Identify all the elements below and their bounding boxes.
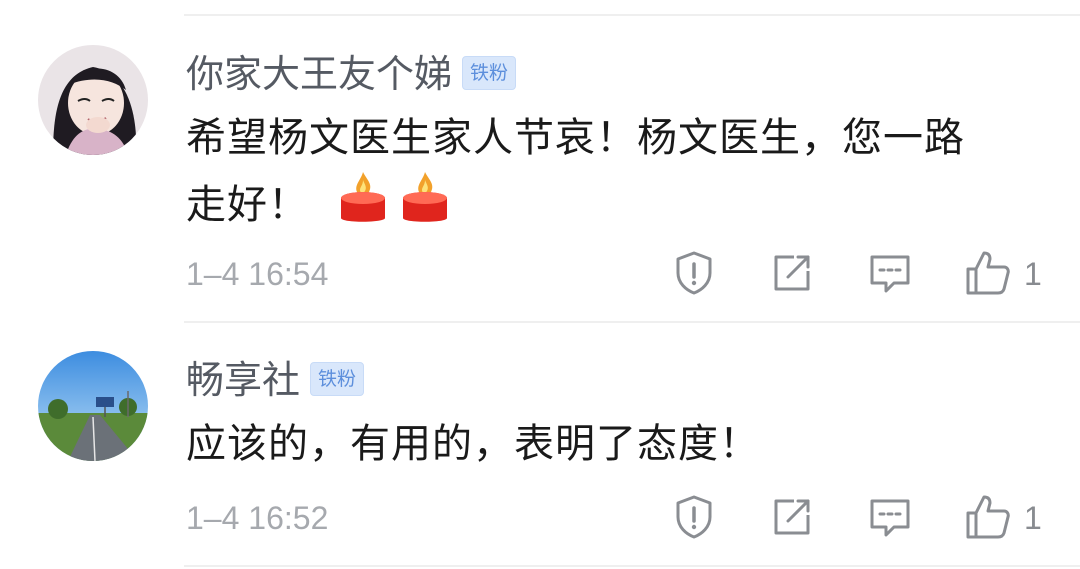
share-button[interactable] (768, 493, 816, 541)
username[interactable]: 你家大王友个娣 铁粉 (186, 52, 517, 96)
user-avatar[interactable] (38, 45, 148, 155)
like-button[interactable] (964, 249, 1012, 297)
report-button[interactable] (670, 493, 718, 541)
avatar-photo (38, 351, 148, 461)
comment-bubble-icon (870, 255, 910, 293)
like-count: 1 (1024, 500, 1042, 536)
comment-text: 应该的，有用的，表明了态度！ (186, 412, 1046, 476)
comment-text-line: 走好！ (186, 170, 1046, 237)
comment-text-tail: 走好！ (186, 182, 309, 228)
thumbs-up-icon (966, 251, 1010, 295)
username-text[interactable]: 畅享社 (186, 358, 300, 402)
comment-time: 1–4 16:52 (186, 500, 329, 536)
comment-divider (184, 321, 1080, 323)
share-out-icon (774, 255, 810, 291)
comment-text-line: 应该的，有用的，表明了态度！ (186, 421, 760, 467)
comment-bubble-icon (870, 499, 910, 537)
username[interactable]: 畅享社 铁粉 (186, 358, 365, 402)
comment-time: 1–4 16:54 (186, 256, 329, 292)
fan-badge: 铁粉 (310, 361, 365, 396)
comment-text: 希望杨文医生家人节哀！杨文医生，您一路 走好！ (186, 106, 1046, 237)
comment-text-line: 希望杨文医生家人节哀！杨文医生，您一路 (186, 115, 965, 161)
bottom-divider (184, 565, 1080, 567)
share-out-icon (774, 499, 810, 535)
candle-emoji-icon (337, 170, 389, 226)
like-count: 1 (1024, 256, 1042, 292)
candle-emoji-icon (399, 170, 451, 226)
fan-badge: 铁粉 (462, 55, 517, 90)
thumbs-up-icon (966, 495, 1010, 539)
avatar-illustration (38, 45, 148, 155)
top-divider (184, 14, 1080, 16)
user-avatar[interactable] (38, 351, 148, 461)
share-button[interactable] (768, 249, 816, 297)
username-text[interactable]: 你家大王友个娣 (186, 52, 452, 96)
report-button[interactable] (670, 249, 718, 297)
like-button[interactable] (964, 493, 1012, 541)
warning-shield-icon (676, 495, 712, 539)
warning-shield-icon (676, 251, 712, 295)
reply-button[interactable] (866, 493, 914, 541)
reply-button[interactable] (866, 249, 914, 297)
